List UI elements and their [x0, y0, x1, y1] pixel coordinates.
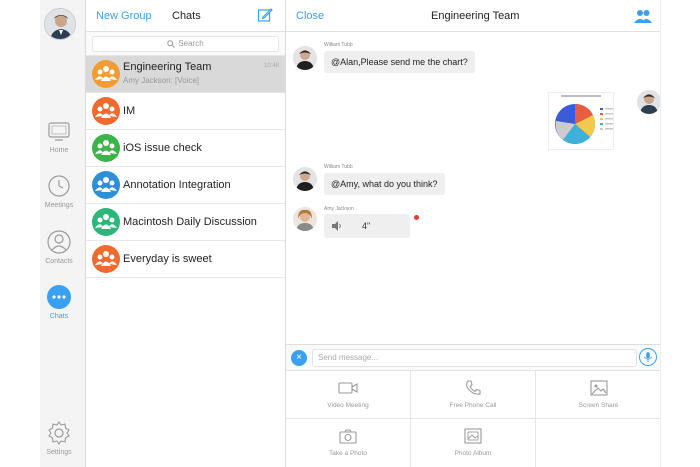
clock-icon [48, 175, 70, 197]
action-label: Photo Album [454, 450, 492, 457]
my-avatar[interactable] [637, 90, 661, 114]
chat-list-header: New Group Chats [86, 0, 285, 32]
action-label: Take a Photo [329, 450, 367, 457]
chat-list-panel: New Group Chats Search Engineering Team … [86, 0, 286, 467]
chat-row-ios-issue-check[interactable]: iOS issue check [86, 130, 285, 167]
photo-album-button[interactable]: Photo Album [411, 419, 536, 467]
group-avatar-icon [92, 60, 120, 88]
gear-icon [48, 421, 70, 445]
search-placeholder: Search [178, 39, 204, 48]
group-avatar-icon [92, 208, 120, 236]
chat-row-im[interactable]: IM [86, 93, 285, 130]
action-label: Free Phone Call [449, 402, 497, 409]
nav-chats-label: Chats [49, 313, 69, 320]
nav-meetings-label: Meetings [44, 202, 74, 209]
message-bubble[interactable]: @Amy, what do you think? [324, 173, 445, 195]
video-meeting-button[interactable]: Video Meeting [286, 371, 411, 419]
group-avatar-icon [92, 134, 120, 162]
nav-home-label: Home [49, 147, 69, 154]
conversation-header: Close Engineering Team [286, 0, 660, 32]
group-avatar-icon [92, 97, 120, 125]
nav-home[interactable]: Home [40, 118, 78, 154]
nav-contacts[interactable]: Contacts [40, 229, 78, 265]
close-button[interactable]: Close [296, 10, 324, 22]
message-input[interactable]: Send message... [312, 349, 637, 367]
home-icon [48, 122, 70, 141]
contacts-icon [47, 230, 71, 254]
album-icon [464, 428, 482, 444]
sender-avatar[interactable] [293, 207, 317, 231]
nav-settings[interactable]: Settings [40, 420, 78, 456]
message-input-bar: × Send message... [286, 344, 660, 370]
chat-icon [47, 285, 71, 309]
free-phone-call-button[interactable]: Free Phone Call [411, 371, 536, 419]
chat-row-macintosh-daily-discussion[interactable]: Macintosh Daily Discussion [86, 204, 285, 241]
voice-message[interactable]: 4" [324, 214, 410, 238]
sender-name: William Tubb [324, 42, 353, 48]
conversation-panel: Close Engineering Team William Tubb @Ala… [286, 0, 661, 467]
search-icon [167, 40, 176, 48]
message-bubble[interactable]: @Alan,Please send me the chart? [324, 51, 475, 73]
phone-icon [466, 380, 481, 395]
speaker-icon [332, 221, 341, 231]
right-margin [660, 0, 700, 467]
conversation-title: Engineering Team [431, 10, 520, 22]
chat-row-name: Engineering Team [123, 61, 212, 73]
chat-row-preview: Amy Jackson: [Voice] [123, 76, 200, 85]
action-label: Video Meeting [327, 402, 369, 409]
chat-row-name: Macintosh Daily Discussion [123, 216, 257, 228]
nav-settings-label: Settings [46, 449, 72, 456]
nav-meetings[interactable]: Meetings [40, 173, 78, 209]
nav-contacts-label: Contacts [45, 258, 73, 265]
user-avatar[interactable] [44, 8, 76, 40]
action-label: Screen Share [578, 402, 619, 409]
microphone-icon[interactable] [639, 348, 657, 366]
chat-list-title: Chats [172, 10, 201, 22]
members-icon[interactable] [634, 9, 652, 23]
action-grid: Video Meeting Free Phone Call Screen Sha… [286, 370, 661, 467]
shared-chart-image[interactable] [548, 92, 614, 150]
chat-row-everyday-is-sweet[interactable]: Everyday is sweet [86, 241, 285, 278]
voice-duration: 4" [362, 221, 371, 231]
group-avatar-icon [92, 245, 120, 273]
chat-row-name: IM [123, 105, 136, 117]
chat-row-annotation-integration[interactable]: Annotation Integration [86, 167, 285, 204]
search-bar: Search [86, 32, 285, 56]
screen-share-button[interactable]: Screen Share [536, 371, 661, 419]
search-input[interactable]: Search [92, 36, 279, 52]
take-photo-button[interactable]: Take a Photo [286, 419, 411, 467]
new-group-button[interactable]: New Group [96, 10, 152, 22]
video-icon [338, 382, 358, 394]
nav-chats[interactable]: Chats [40, 284, 78, 320]
close-panel-button[interactable]: × [291, 350, 307, 366]
chat-row-engineering-team[interactable]: Engineering Team Amy Jackson: [Voice] 10… [86, 56, 285, 93]
unread-indicator [414, 215, 419, 220]
nav-rail: Home Meetings Contacts Chats Settings [40, 0, 86, 467]
chat-row-time: 10:48 [263, 63, 279, 69]
chat-row-name: Annotation Integration [123, 179, 231, 191]
compose-icon[interactable] [257, 7, 273, 23]
camera-icon [339, 429, 357, 444]
sender-avatar[interactable] [293, 167, 317, 191]
chat-row-name: iOS issue check [123, 142, 202, 154]
sender-avatar[interactable] [293, 46, 317, 70]
chat-row-name: Everyday is sweet [123, 253, 212, 265]
sender-name: William Tubb [324, 164, 353, 170]
sender-name: Amy Jackson [324, 206, 354, 212]
group-avatar-icon [92, 171, 120, 199]
image-icon [589, 380, 608, 396]
